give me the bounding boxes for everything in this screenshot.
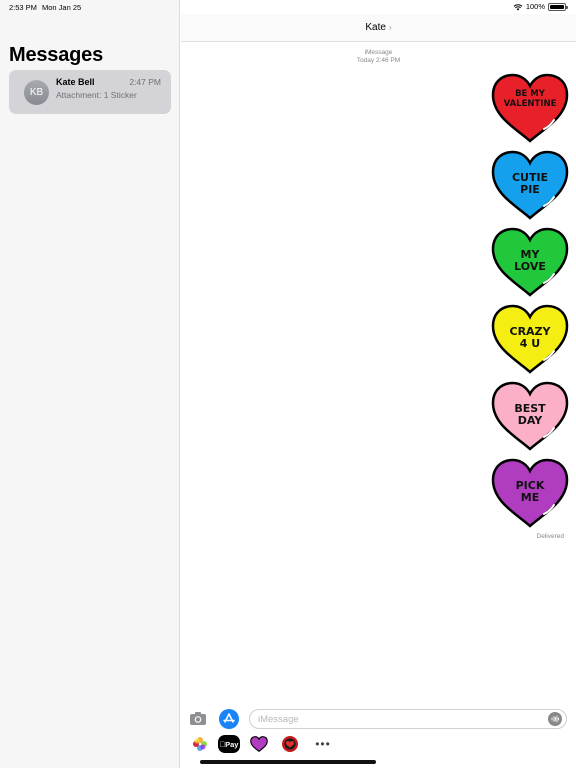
battery-percent: 100% [525, 2, 545, 11]
delivery-status: Delivered [536, 533, 564, 540]
sticker-line-2: DAY [517, 414, 543, 427]
conversation-time: 2:47 PM [129, 77, 161, 87]
home-indicator[interactable] [200, 760, 376, 764]
message-input[interactable]: iMessage [249, 709, 567, 729]
battery-icon [548, 2, 568, 11]
photos-app-icon[interactable] [189, 735, 211, 753]
avatar: KB [24, 80, 49, 105]
sticker-line-2: PIE [520, 183, 540, 196]
heart-sticker-app-icon[interactable] [248, 735, 270, 753]
sticker-heart[interactable]: MY LOVE [490, 226, 570, 298]
app-strip: Pay ••• [181, 731, 576, 757]
chevron-right-icon: › [388, 23, 392, 32]
app-store-icon[interactable] [219, 709, 239, 729]
status-right: 100% [513, 2, 568, 11]
contact-title-button[interactable]: Kate › [181, 22, 576, 33]
chat-header: Kate › [181, 14, 576, 42]
status-bar: 2:53 PM Mon Jan 25 100% [0, 0, 576, 14]
sticker-heart[interactable]: BE MY VALENTINE [490, 72, 570, 144]
service-label: iMessage [364, 49, 393, 56]
sticker-line-2: LOVE [514, 260, 546, 273]
more-apps-icon[interactable]: ••• [312, 735, 334, 753]
conversation-preview: Attachment: 1 Sticker [56, 90, 137, 100]
apple-pay-icon[interactable]: Pay [218, 735, 240, 753]
camera-icon[interactable] [189, 710, 207, 726]
conversation-timestamp: iMessage Today 2:46 PM [181, 49, 576, 65]
sticker-heart[interactable]: PICK ME [490, 457, 570, 529]
message-input-placeholder: iMessage [258, 714, 299, 725]
conversation-name: Kate Bell [56, 77, 95, 87]
sticker-heart[interactable]: CRAZY 4 U [490, 303, 570, 375]
contact-name: Kate [365, 22, 386, 33]
sticker-line-2: ME [520, 491, 540, 504]
sticker-heart[interactable]: CUTIE PIE [490, 149, 570, 221]
audio-message-icon[interactable] [548, 712, 562, 726]
heart-button-app-icon[interactable] [279, 735, 301, 753]
sidebar-title: Messages [9, 44, 104, 66]
sticker-line-2: VALENTINE [503, 99, 557, 109]
status-time: 2:53 PM [9, 3, 37, 12]
wifi-icon [513, 3, 523, 10]
sticker-line-1: BE MY [515, 89, 545, 99]
timestamp-text: Today 2:46 PM [356, 57, 401, 64]
app-store-glyph-icon [223, 713, 235, 723]
sidebar: Messages KB Kate Bell 2:47 PM Attachment… [0, 0, 180, 768]
sticker-line-2: 4 U [519, 337, 541, 350]
conversation-row[interactable]: KB Kate Bell 2:47 PM Attachment: 1 Stick… [9, 70, 171, 114]
status-date: Mon Jan 25 [42, 3, 82, 12]
sticker-heart[interactable]: BEST DAY [490, 380, 570, 452]
